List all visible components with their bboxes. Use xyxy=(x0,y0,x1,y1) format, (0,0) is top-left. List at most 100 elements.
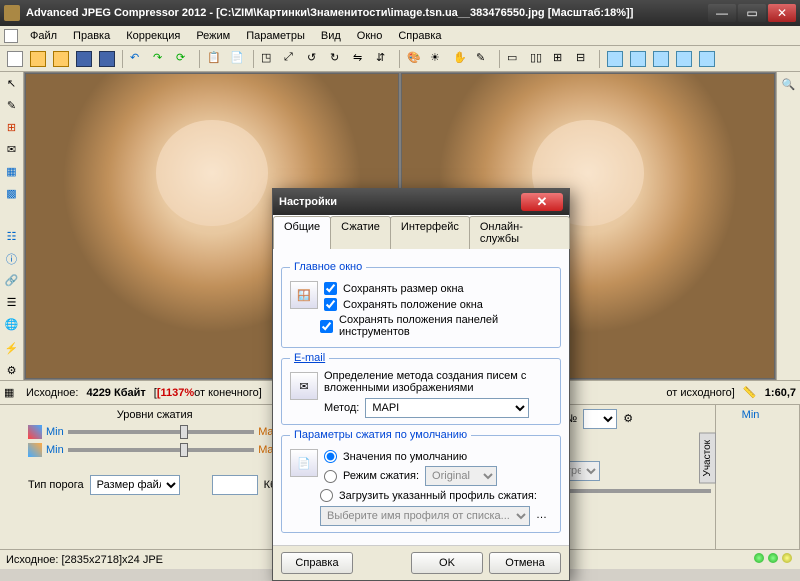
chk-save-toolbars[interactable] xyxy=(320,320,333,333)
tool-batch[interactable]: ☷ xyxy=(2,227,22,247)
flip-h-button[interactable]: ⇋ xyxy=(350,48,372,70)
menu-window[interactable]: Окно xyxy=(349,28,391,44)
panel5-button[interactable] xyxy=(696,48,718,70)
mode-select[interactable]: Original xyxy=(425,466,497,486)
radio-profile[interactable] xyxy=(320,489,333,502)
copy-button[interactable]: 📋 xyxy=(204,48,226,70)
method-label: Метод: xyxy=(324,402,359,414)
ok-button[interactable]: OK xyxy=(411,552,483,574)
main-titlebar: Advanced JPEG Compressor 2012 - [C:\ZIM\… xyxy=(0,0,800,26)
chk-save-pos[interactable] xyxy=(324,298,337,311)
tab-online[interactable]: Онлайн-службы xyxy=(469,216,570,249)
envelope-icon: ✉ xyxy=(290,372,318,400)
dialog-close-button[interactable]: ✕ xyxy=(521,193,563,211)
menubar: Файл Правка Коррекция Режим Параметры Ви… xyxy=(0,26,800,46)
tool-lightning[interactable]: ⚡ xyxy=(2,338,22,358)
new-button[interactable] xyxy=(4,48,26,70)
help-button[interactable]: Справка xyxy=(281,552,353,574)
palette-icon: 🎨 xyxy=(407,51,423,67)
radio-default[interactable] xyxy=(324,450,337,463)
group-defaults: Параметры сжатия по умолчанию 📄 Значения… xyxy=(281,429,561,533)
redo-button[interactable]: ↷ xyxy=(150,48,172,70)
tool-mail[interactable]: ✉ xyxy=(2,140,22,160)
panel1-button[interactable] xyxy=(604,48,626,70)
panel2-button[interactable] xyxy=(627,48,649,70)
tool-info[interactable]: ⓘ xyxy=(2,249,22,269)
tab-compression[interactable]: Сжатие xyxy=(330,216,391,249)
tab-interface[interactable]: Интерфейс xyxy=(390,216,470,249)
color-button[interactable]: 🎨 xyxy=(404,48,426,70)
layout3-button[interactable]: ⊞ xyxy=(550,48,572,70)
zoomin-button[interactable]: 🔍 xyxy=(779,74,799,94)
panel3-button[interactable] xyxy=(650,48,672,70)
marker-button[interactable]: ✎ xyxy=(473,48,495,70)
right-sidebar: 🔍 xyxy=(776,72,800,380)
wm-no-select[interactable] xyxy=(583,409,617,429)
hand-button[interactable]: ✋ xyxy=(450,48,472,70)
menu-correction[interactable]: Коррекция xyxy=(118,28,188,44)
minimize-button[interactable]: — xyxy=(708,4,736,22)
tool-region[interactable]: ▦ xyxy=(2,161,22,181)
saveas-icon xyxy=(99,51,115,67)
open-recent-button[interactable] xyxy=(50,48,72,70)
dialog-title: Настройки xyxy=(279,196,337,208)
group-email-legend[interactable]: E-mail xyxy=(294,352,325,364)
min-misc: Min xyxy=(742,409,795,421)
menu-file[interactable]: Файл xyxy=(22,28,65,44)
save-button[interactable] xyxy=(73,48,95,70)
close-button[interactable]: ✕ xyxy=(768,4,796,22)
flip-v-button[interactable]: ⇵ xyxy=(373,48,395,70)
layout2-button[interactable]: ▯▯ xyxy=(527,48,549,70)
menu-params[interactable]: Параметры xyxy=(238,28,313,44)
menu-mode[interactable]: Режим xyxy=(188,28,238,44)
rotate-right-button[interactable]: ↻ xyxy=(327,48,349,70)
tool-settings[interactable]: ⚙ xyxy=(2,360,22,380)
tool-list[interactable]: ☰ xyxy=(2,293,22,313)
levels-title: Уровни сжатия xyxy=(4,409,305,421)
paste-button[interactable]: 📄 xyxy=(227,48,249,70)
wm-settings-icon[interactable]: ⚙ xyxy=(623,412,637,426)
profile-select[interactable]: Выберите имя профиля от списка... xyxy=(320,506,530,526)
slider-luma[interactable] xyxy=(68,430,255,434)
tab-general[interactable]: Общие xyxy=(273,216,331,249)
layout1-button[interactable]: ▭ xyxy=(504,48,526,70)
saveas-button[interactable] xyxy=(96,48,118,70)
menu-edit[interactable]: Правка xyxy=(65,28,118,44)
menu-help[interactable]: Справка xyxy=(390,28,449,44)
lightning-icon: ⚡ xyxy=(5,342,19,355)
layout4-button[interactable]: ⊟ xyxy=(573,48,595,70)
main-toolbar: ↶ ↷ ⟳ 📋 📄 ◳ ⤢ ↺ ↻ ⇋ ⇵ 🎨 ☀ ✋ ✎ ▭ ▯▯ ⊞ ⊟ xyxy=(0,46,800,72)
browse-icon[interactable]: … xyxy=(536,509,550,523)
resize-button[interactable]: ⤢ xyxy=(281,48,303,70)
slider-chroma[interactable] xyxy=(68,448,255,452)
reload-button[interactable]: ⟳ xyxy=(173,48,195,70)
tool-diff[interactable]: ⊞ xyxy=(2,118,22,138)
tool-region2[interactable]: ▩ xyxy=(2,183,22,203)
file-menu-icon xyxy=(4,29,18,43)
radio-mode[interactable] xyxy=(324,470,337,483)
rotate-left-icon: ↺ xyxy=(307,51,323,67)
tool-pointer[interactable]: ↖ xyxy=(2,74,22,94)
ratio-value: [1137% xyxy=(157,387,194,399)
cancel-button[interactable]: Отмена xyxy=(489,552,561,574)
tab-uchastok2[interactable]: Участок xyxy=(699,433,716,484)
tool-link[interactable]: 🔗 xyxy=(2,271,22,291)
undo-button[interactable]: ↶ xyxy=(127,48,149,70)
dialog-body: Главное окно 🪟 Сохранять размер окна Сох… xyxy=(273,249,569,545)
threshold-size-input[interactable] xyxy=(212,475,258,495)
panel4-button[interactable] xyxy=(673,48,695,70)
menu-view[interactable]: Вид xyxy=(313,28,349,44)
tool-pencil[interactable]: ✎ xyxy=(2,96,22,116)
chk-save-size[interactable] xyxy=(324,282,337,295)
crop-button[interactable]: ◳ xyxy=(258,48,280,70)
marker-icon: ✎ xyxy=(476,51,492,67)
rotate-left-button[interactable]: ↺ xyxy=(304,48,326,70)
method-select[interactable]: MAPI xyxy=(365,398,529,418)
maximize-button[interactable]: ▭ xyxy=(738,4,766,22)
reload-icon: ⟳ xyxy=(176,51,192,67)
tool-world[interactable]: 🌐 xyxy=(2,314,22,334)
undo-icon: ↶ xyxy=(130,51,146,67)
adjust-button[interactable]: ☀ xyxy=(427,48,449,70)
open-button[interactable] xyxy=(27,48,49,70)
threshold-select[interactable]: Размер файла xyxy=(90,475,180,495)
